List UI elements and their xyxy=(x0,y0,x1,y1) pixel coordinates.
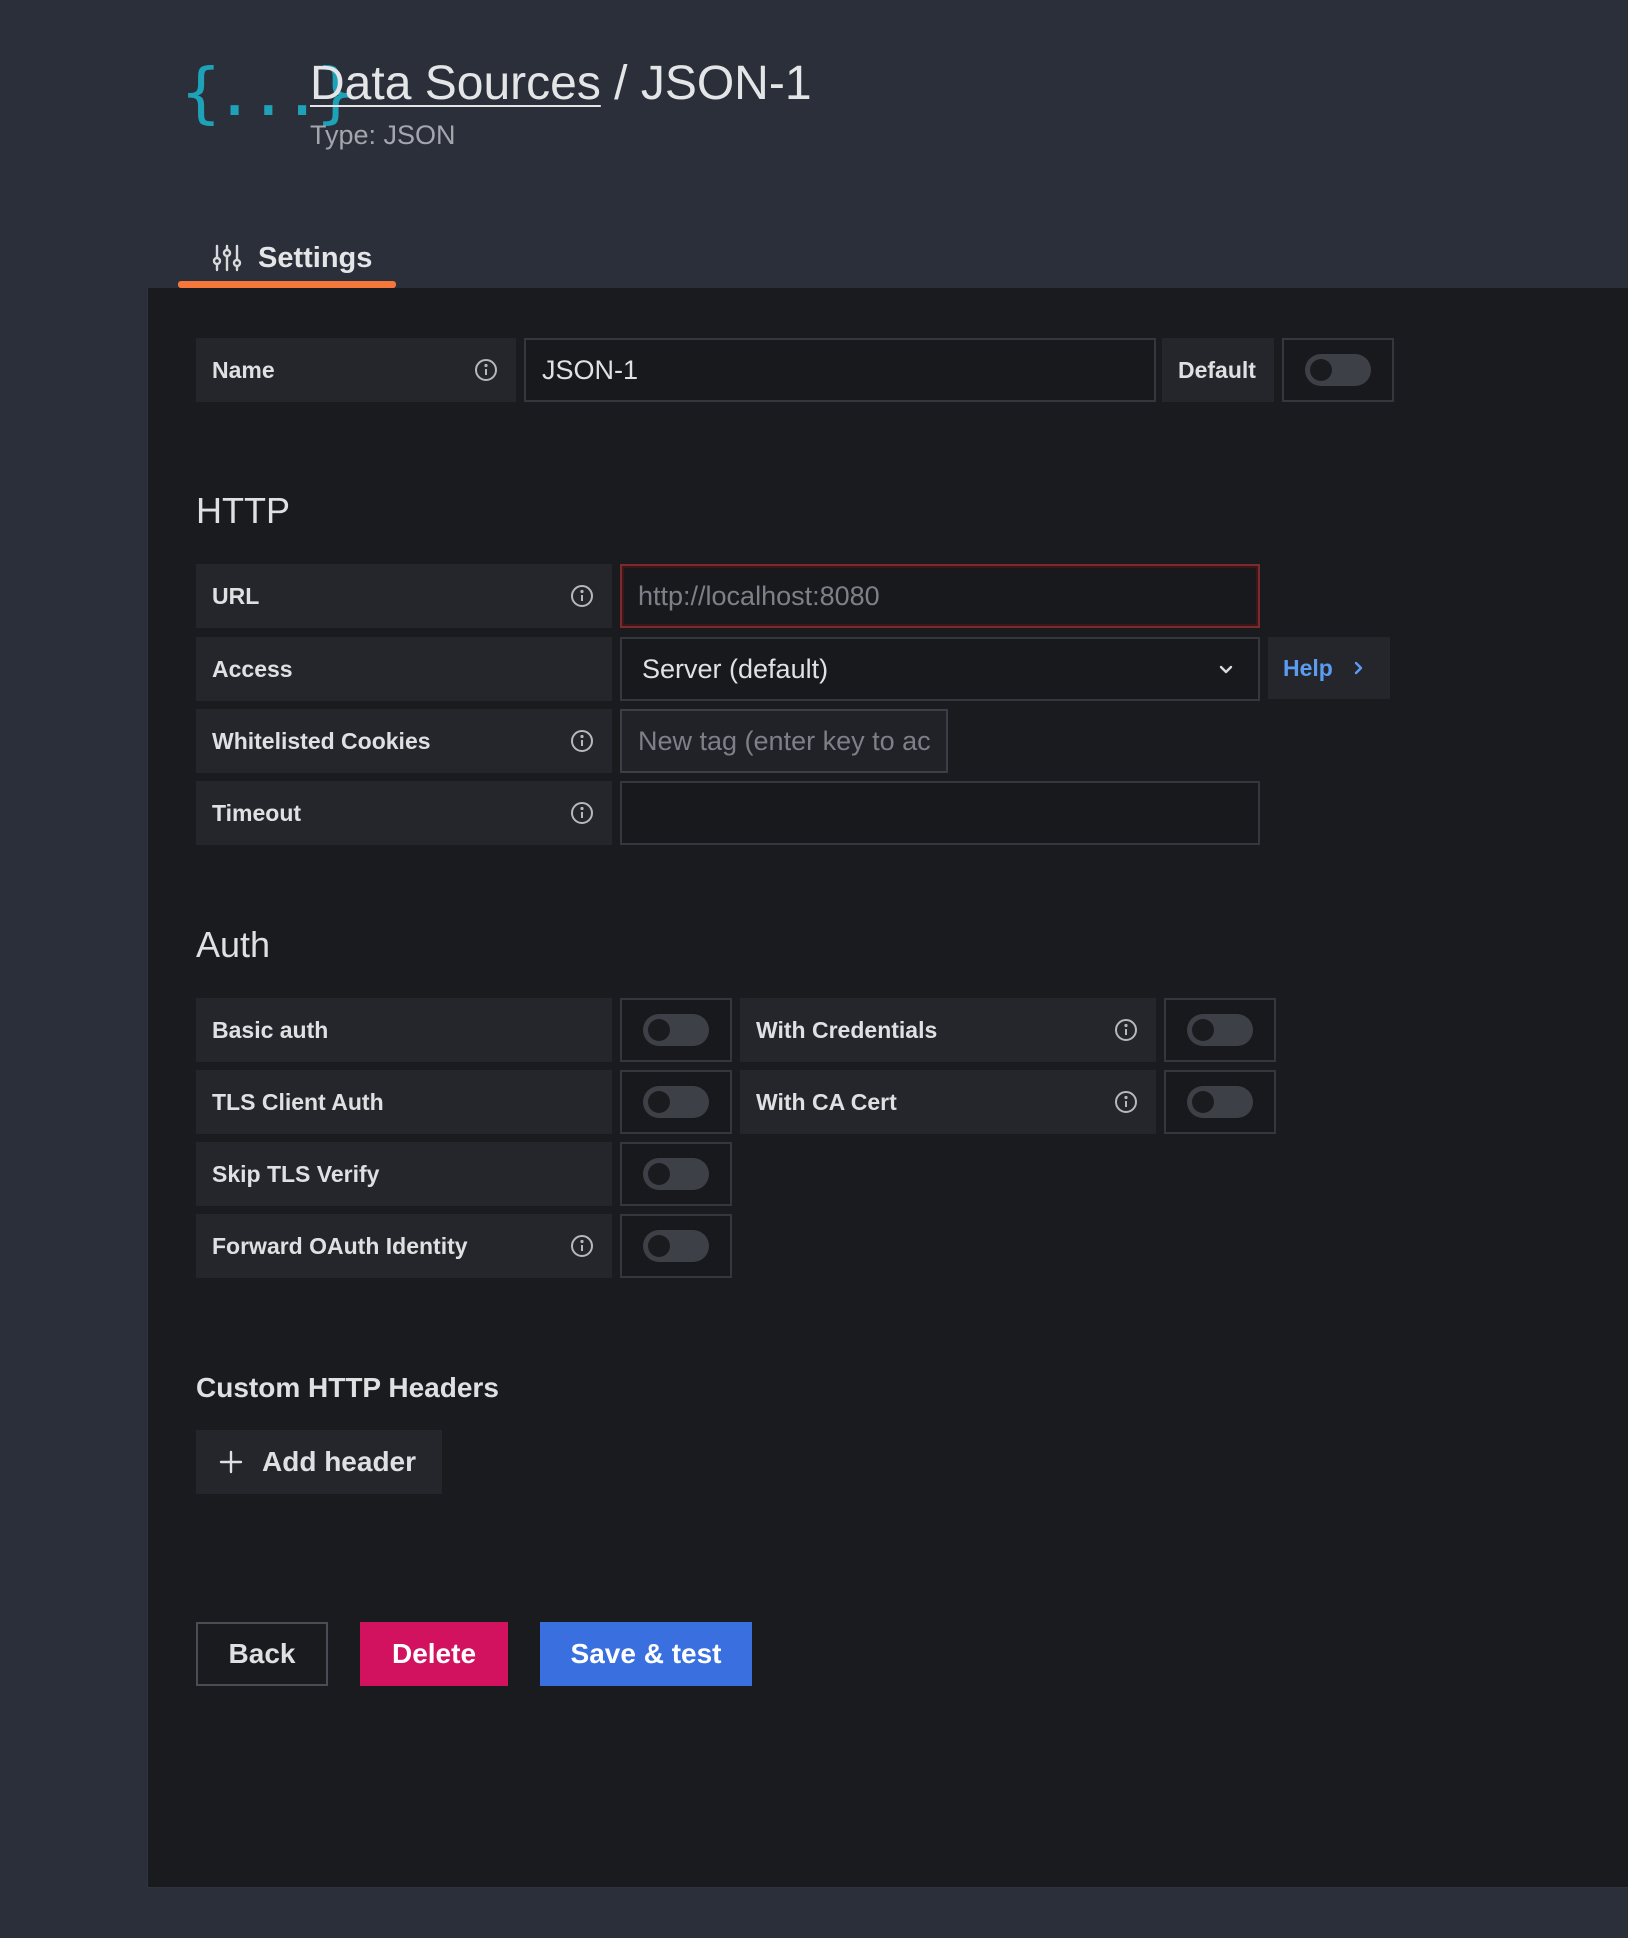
default-label-text: Default xyxy=(1178,356,1256,383)
forward-oauth-label: Forward OAuth Identity xyxy=(196,1214,612,1278)
timeout-label-text: Timeout xyxy=(212,799,302,826)
page-header: {...} Data Sources / JSON-1 Type: JSON S… xyxy=(0,0,1628,290)
default-label: Default xyxy=(1162,338,1274,402)
timeout-label: Timeout xyxy=(196,781,612,845)
default-toggle[interactable] xyxy=(1305,354,1371,386)
http-section-title: HTTP xyxy=(196,490,290,531)
forward-oauth-label-text: Forward OAuth Identity xyxy=(212,1232,468,1259)
name-label-text: Name xyxy=(212,356,275,383)
with-credentials-label: With Credentials xyxy=(740,998,1156,1062)
access-label: Access xyxy=(196,637,612,701)
forward-oauth-toggle-box xyxy=(620,1214,732,1278)
skip-tls-verify-toggle[interactable] xyxy=(643,1158,709,1190)
breadcrumb-separator: / xyxy=(600,57,641,110)
info-icon[interactable] xyxy=(570,584,594,608)
breadcrumb-data-sources[interactable]: Data Sources xyxy=(310,57,601,110)
info-icon[interactable] xyxy=(474,358,498,382)
forward-oauth-toggle[interactable] xyxy=(643,1230,709,1262)
with-credentials-label-text: With Credentials xyxy=(756,1016,938,1043)
basic-auth-label-text: Basic auth xyxy=(212,1016,329,1043)
skip-tls-verify-toggle-box xyxy=(620,1142,732,1206)
page-subtitle: Type: JSON xyxy=(310,120,456,150)
access-select-value: Server (default) xyxy=(642,653,829,684)
cookies-label: Whitelisted Cookies xyxy=(196,709,612,773)
json-logo-icon: {...} xyxy=(181,54,356,131)
chevron-down-icon xyxy=(1219,665,1233,674)
basic-auth-label: Basic auth xyxy=(196,998,612,1062)
tls-client-auth-label-text: TLS Client Auth xyxy=(212,1088,384,1115)
cookies-label-text: Whitelisted Cookies xyxy=(212,727,431,754)
tab-settings-label: Settings xyxy=(258,241,373,274)
auth-section-title: Auth xyxy=(196,924,271,965)
back-button[interactable]: Back xyxy=(196,1622,328,1686)
url-input[interactable]: http://localhost:8080 xyxy=(620,564,1260,628)
access-select[interactable]: Server (default) xyxy=(620,637,1260,701)
tls-client-auth-toggle-box xyxy=(620,1070,732,1134)
name-input[interactable]: JSON-1 xyxy=(524,338,1156,402)
with-ca-cert-toggle[interactable] xyxy=(1187,1086,1253,1118)
page-title: Data Sources / JSON-1 xyxy=(310,54,812,114)
basic-auth-toggle-box xyxy=(620,998,732,1062)
tab-settings[interactable]: Settings xyxy=(178,228,396,288)
tls-client-auth-label: TLS Client Auth xyxy=(196,1070,612,1134)
help-label: Help xyxy=(1283,654,1333,681)
with-credentials-toggle-box xyxy=(1164,998,1276,1062)
name-input-value: JSON-1 xyxy=(542,354,639,385)
url-label: URL xyxy=(196,564,612,628)
add-header-button[interactable]: Add header xyxy=(196,1430,442,1494)
url-label-text: URL xyxy=(212,582,260,609)
info-icon[interactable] xyxy=(1114,1018,1138,1042)
cookies-tag-input[interactable]: New tag (enter key to ac xyxy=(620,709,948,773)
datasource-title: JSON-1 xyxy=(640,57,812,110)
with-ca-cert-toggle-box xyxy=(1164,1070,1276,1134)
add-header-label: Add header xyxy=(262,1446,417,1477)
info-icon[interactable] xyxy=(570,801,594,825)
basic-auth-toggle[interactable] xyxy=(643,1014,709,1046)
skip-tls-verify-label: Skip TLS Verify xyxy=(196,1142,612,1206)
custom-headers-title: Custom HTTP Headers xyxy=(196,1372,499,1403)
name-label: Name xyxy=(196,338,516,402)
info-icon[interactable] xyxy=(1114,1090,1138,1114)
tls-client-auth-toggle[interactable] xyxy=(643,1086,709,1118)
info-icon[interactable] xyxy=(570,1234,594,1258)
chevron-right-icon xyxy=(1354,661,1363,675)
plus-icon xyxy=(219,1450,243,1474)
sliders-icon xyxy=(212,244,242,272)
delete-button[interactable]: Delete xyxy=(360,1622,508,1686)
cookies-placeholder: New tag (enter key to ac xyxy=(638,725,931,756)
default-toggle-box xyxy=(1282,338,1394,402)
skip-tls-verify-label-text: Skip TLS Verify xyxy=(212,1160,380,1187)
with-ca-cert-label-text: With CA Cert xyxy=(756,1088,897,1115)
url-placeholder: http://localhost:8080 xyxy=(638,580,880,611)
help-button[interactable]: Help xyxy=(1268,637,1390,699)
with-credentials-toggle[interactable] xyxy=(1187,1014,1253,1046)
with-ca-cert-label: With CA Cert xyxy=(740,1070,1156,1134)
save-test-button[interactable]: Save & test xyxy=(540,1622,752,1686)
timeout-input[interactable] xyxy=(620,781,1260,845)
info-icon[interactable] xyxy=(570,729,594,753)
tab-active-indicator xyxy=(178,281,396,288)
access-label-text: Access xyxy=(212,655,293,682)
